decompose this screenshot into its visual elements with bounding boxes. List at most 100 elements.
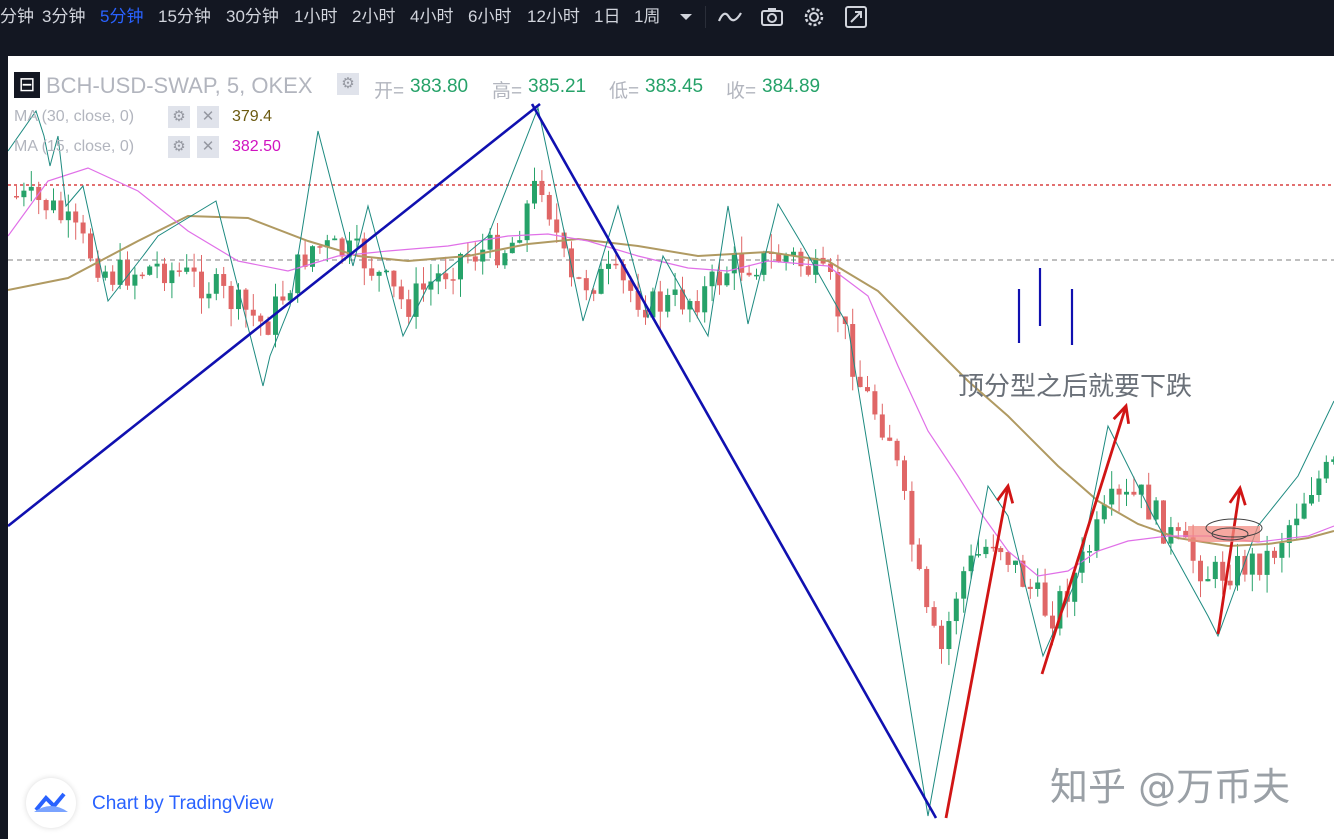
arrow-rebound-2-shaft [1040,405,1128,675]
candle-body [657,291,663,312]
timeframe-4[interactable]: 30分钟 [226,6,279,28]
camera-icon[interactable] [759,4,785,30]
candle-body [110,271,116,285]
candle-body [1316,478,1322,496]
candle-body [739,253,745,273]
candle-body [709,271,715,287]
candle-body [1087,551,1092,553]
candle-body [250,309,256,316]
candle-body [1212,561,1218,580]
candle-body [865,387,870,392]
candle-body [376,271,382,276]
candle-body [1175,527,1181,531]
candle-body [1153,500,1159,520]
symbol-title: BCH-USD-SWAP, 5, OKEX [46,73,313,98]
watermark: 知乎 @万币夫 [1050,765,1291,809]
candle-body [51,200,56,211]
tradingview-attribution[interactable]: Chart by TradingView [92,793,273,815]
candle-body [258,315,264,322]
candle-body [1027,586,1033,589]
candle-body [909,490,915,545]
candle-body [1301,503,1307,519]
candle-body [902,460,907,491]
timeframe-2[interactable]: 5分钟 [100,6,143,28]
ma30-value: 379.4 [232,108,273,125]
candle-body [73,211,79,223]
ma15-value: 382.50 [232,138,281,155]
candle-body [1264,550,1270,575]
fullscreen-icon[interactable] [843,4,869,30]
candle-body [243,289,249,310]
candle-body [805,266,811,275]
gear-icon[interactable] [801,4,827,30]
candle-body [916,544,922,569]
timeframe-1[interactable]: 3分钟 [42,6,85,28]
candle-body [1227,580,1233,586]
candle-body [694,301,700,313]
candle-body [532,180,537,204]
chart-area[interactable]: ⊟ BCH-USD-SWAP, 5, OKEX ⚙ 开= 383.80 高= 3… [8,56,1334,839]
candle-body [43,200,49,211]
candle-body [783,255,789,262]
chart-canvas[interactable] [8,56,1334,839]
candle-body [147,266,153,275]
high-label: 高= [492,81,523,102]
candle-body [1035,582,1041,589]
candle-body [1109,488,1115,505]
timeframe-7[interactable]: 4小时 [410,6,453,28]
candle-body [228,285,234,310]
candle-body [88,233,93,259]
candle-body [613,263,619,266]
downtrend-line [530,103,938,819]
candle-body [939,625,944,650]
candle-body [1131,491,1137,495]
candle-body [480,249,486,262]
timeframe-6[interactable]: 2小时 [352,6,395,28]
line-chart-icon[interactable] [717,4,743,30]
ma30-remove-icon[interactable]: ✕ [197,106,219,128]
timeframe-10[interactable]: 1日 [594,6,620,28]
timeframe-11[interactable]: 1周 [634,6,660,28]
uptrend-line [8,102,541,528]
candle-body [398,286,404,300]
low-value: 383.45 [645,76,704,97]
high-value: 385.21 [528,76,587,97]
candle-body [598,268,604,294]
candle-body [213,274,219,294]
candle-body [546,194,552,220]
candle-body [665,294,671,312]
ma15-remove-icon[interactable]: ✕ [197,136,219,158]
candle-body [1050,615,1055,629]
candle-body [132,274,138,286]
timeframe-0[interactable]: 分钟 [0,6,34,28]
candle-body [998,548,1004,553]
candle-body [754,274,759,277]
candle-body [687,301,693,310]
symbol-settings-icon[interactable]: ⚙ [337,73,359,95]
close-value: 384.89 [762,76,821,97]
candle-body [280,296,286,301]
candle-body [413,283,419,317]
timeframe-8[interactable]: 6小时 [468,6,511,28]
candle-body [887,437,893,441]
candle-body [406,299,412,317]
candle-body [1249,553,1255,575]
candle-body [14,196,19,198]
candle-body [176,270,182,272]
candle-body [539,180,545,195]
candle-body [369,268,375,276]
timeframe-9[interactable]: 12小时 [527,6,580,28]
timeframe-3[interactable]: 15分钟 [158,6,211,28]
tradingview-logo[interactable] [26,778,76,828]
timeframe-5[interactable]: 1小时 [294,6,337,28]
collapse-legend-button[interactable]: ⊟ [14,72,40,98]
candle-body [450,279,456,281]
candle-body [339,238,345,257]
candle-body [857,376,863,388]
ma30-settings-icon[interactable]: ⚙ [168,106,190,128]
candle-body [80,222,86,234]
candle-body [724,273,730,286]
ma15-settings-icon[interactable]: ⚙ [168,136,190,158]
candle-body [835,272,841,317]
dropdown-arrow-icon[interactable] [673,4,699,30]
